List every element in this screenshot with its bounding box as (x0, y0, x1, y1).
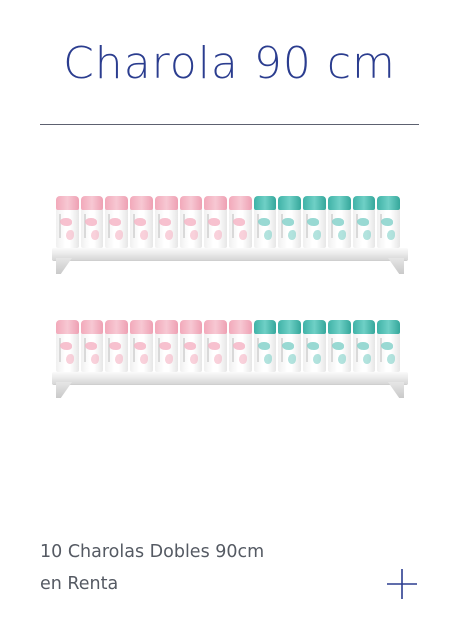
wipes-bottle-teal (352, 196, 376, 248)
shelf-bracket (388, 258, 404, 274)
shelf-image-bottom (52, 320, 408, 400)
wipes-bottle-pink (105, 320, 129, 372)
wipes-bottle-pink (179, 320, 203, 372)
wipes-bottle-teal (303, 320, 326, 372)
wipes-bottle-teal (278, 196, 302, 248)
wipes-bottle-teal (377, 320, 401, 372)
page-title: Charola 90 cm (63, 38, 396, 89)
shelf-plank (52, 248, 408, 260)
plus-icon (387, 569, 417, 599)
wipes-bottle-pink (229, 320, 252, 372)
wipes-bottle-pink (56, 320, 79, 372)
wipes-bottle-pink (154, 320, 178, 372)
wipes-bottle-teal (327, 196, 351, 248)
wipes-bottle-teal (253, 196, 277, 248)
product-caption: 10 Charolas Dobles 90cm en Renta (40, 536, 264, 600)
caption-line-1: 10 Charolas Dobles 90cm (40, 542, 265, 562)
wipes-bottle-pink (154, 196, 178, 248)
shelf-plank (52, 372, 408, 384)
wipes-bottle-pink (204, 196, 228, 248)
wipes-bottle-pink (179, 196, 203, 248)
wipes-bottle-pink (105, 196, 129, 248)
caption-line-2: en Renta (40, 574, 119, 594)
wipes-bottle-teal (327, 320, 351, 372)
shelf-bracket (56, 382, 72, 398)
shelf-image-top (52, 196, 408, 276)
bottle-row (56, 320, 401, 372)
wipes-bottle-pink (80, 196, 104, 248)
wipes-bottle-teal (303, 196, 326, 248)
wipes-bottle-pink (204, 320, 228, 372)
wipes-bottle-teal (278, 320, 302, 372)
wipes-bottle-pink (56, 196, 79, 248)
wipes-bottle-teal (253, 320, 277, 372)
bottle-row (56, 196, 401, 248)
shelf-bracket (56, 258, 72, 274)
shelf-bracket (388, 382, 404, 398)
wipes-bottle-pink (80, 320, 104, 372)
wipes-bottle-pink (130, 196, 153, 248)
wipes-bottle-pink (229, 196, 252, 248)
wipes-bottle-teal (352, 320, 376, 372)
wipes-bottle-pink (130, 320, 153, 372)
expand-button[interactable] (386, 568, 418, 600)
title-divider (40, 124, 419, 125)
wipes-bottle-teal (377, 196, 401, 248)
